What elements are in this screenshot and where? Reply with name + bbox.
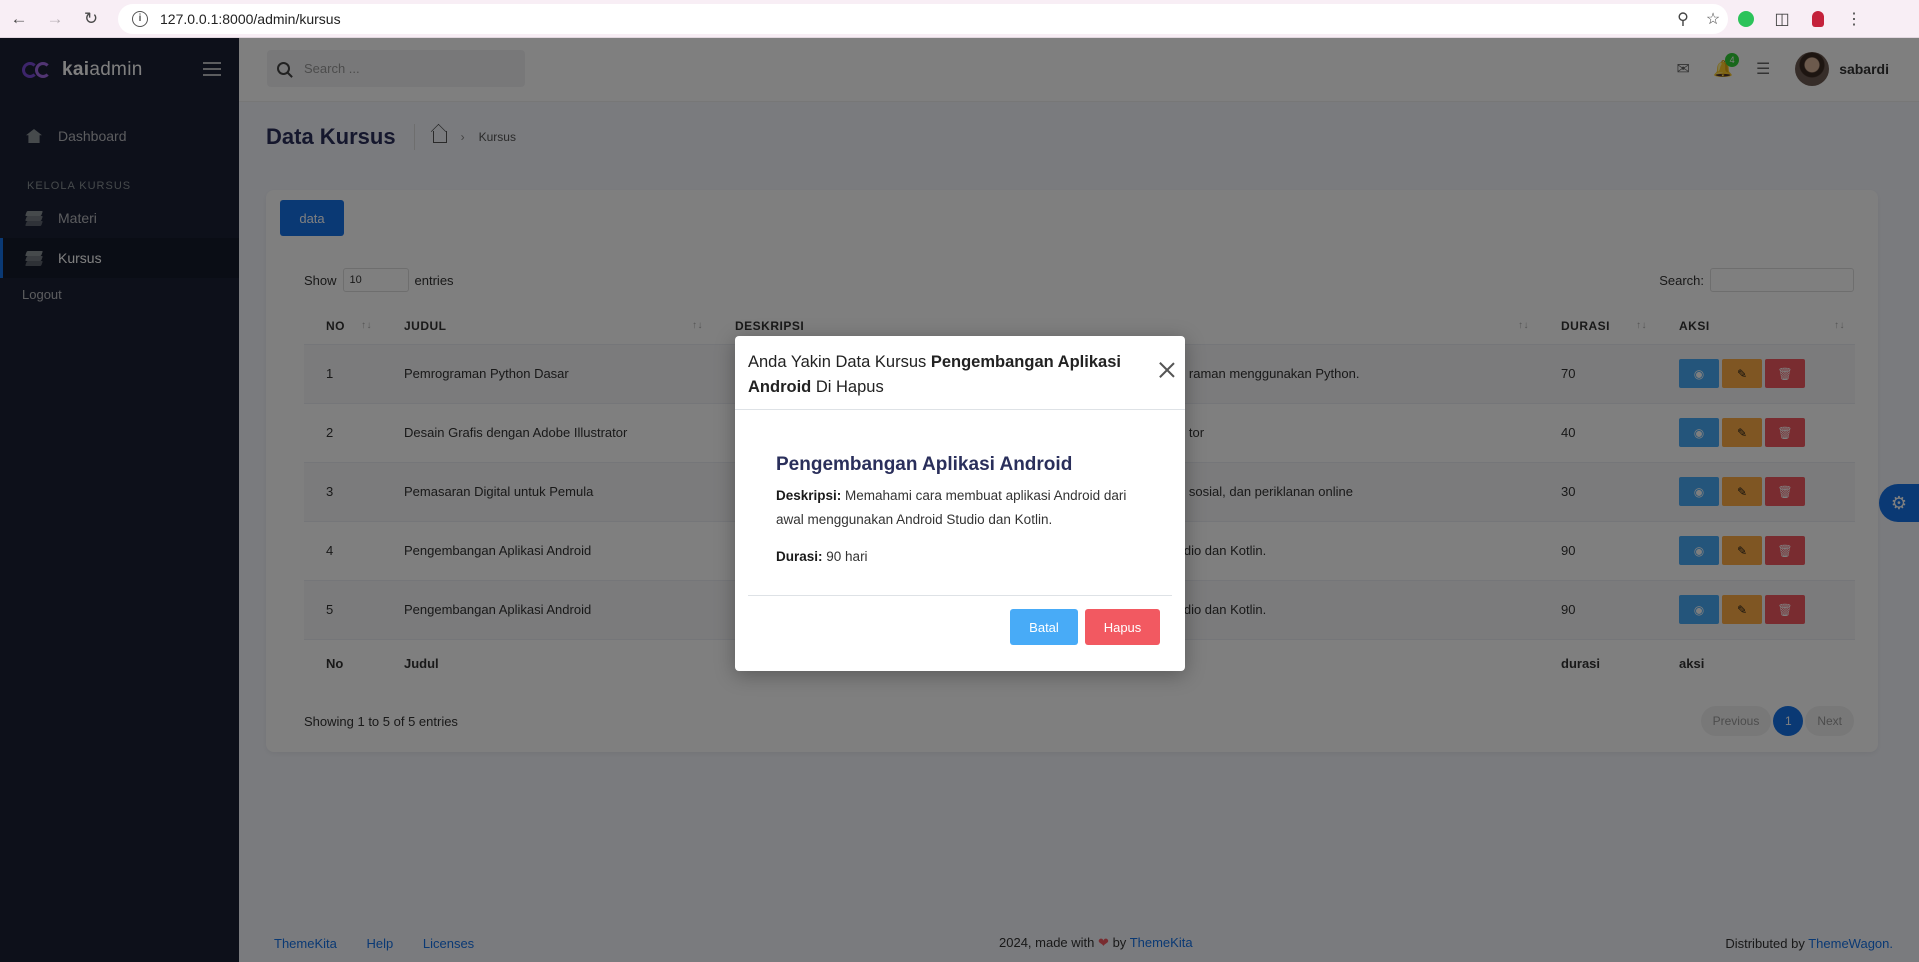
delete-button[interactable]: Hapus xyxy=(1085,609,1160,645)
modal-footer: Batal Hapus xyxy=(748,595,1172,645)
extension-green-icon[interactable] xyxy=(1728,4,1764,34)
url-text[interactable]: 127.0.0.1:8000/admin/kursus xyxy=(160,11,341,27)
modal-description: Deskripsi: Memahami cara membuat aplikas… xyxy=(776,488,1127,527)
zoom-icon[interactable]: ⚲ xyxy=(1668,9,1698,29)
address-bar[interactable]: i 127.0.0.1:8000/admin/kursus ⚲ ☆ xyxy=(118,3,1728,34)
modal-header: Anda Yakin Data Kursus Pengembangan Apli… xyxy=(735,336,1185,410)
profile-icon[interactable] xyxy=(1800,4,1836,34)
browser-menu-icon[interactable]: ⋮ xyxy=(1836,4,1872,34)
modal-duration: Durasi: 90 hari xyxy=(776,549,868,564)
modal-course-title: Pengembangan Aplikasi Android xyxy=(776,454,1073,475)
extensions-puzzle-icon[interactable]: ◫ xyxy=(1764,4,1800,34)
site-info-icon[interactable]: i xyxy=(132,10,148,27)
close-icon[interactable] xyxy=(1159,362,1175,378)
browser-toolbar: ← → ↻ i 127.0.0.1:8000/admin/kursus ⚲ ☆ … xyxy=(0,0,1919,38)
reload-icon[interactable]: ↻ xyxy=(74,4,108,34)
modal-body: Pengembangan Aplikasi Android Deskripsi:… xyxy=(735,410,1185,569)
back-icon[interactable]: ← xyxy=(2,4,36,34)
forward-icon[interactable]: → xyxy=(38,4,72,34)
bookmark-star-icon[interactable]: ☆ xyxy=(1698,9,1728,29)
delete-confirm-modal: Anda Yakin Data Kursus Pengembangan Apli… xyxy=(735,336,1185,671)
cancel-button[interactable]: Batal xyxy=(1010,609,1078,645)
